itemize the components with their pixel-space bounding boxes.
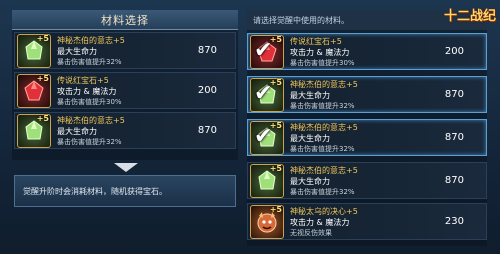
item-value: 870 [197, 45, 217, 56]
item-name: 神秘杰伯的意志+5 [290, 122, 358, 132]
checkmark-icon: ✔ [254, 80, 273, 106]
item-bonus: 暴击伤害值提升32% [57, 137, 122, 146]
item-value: 230 [444, 216, 464, 227]
item-name: 神秘杰伯的意志+5 [57, 35, 125, 45]
material-row-1[interactable]: +5 ✔ 传说红宝石+5 攻击力 & 魔法力 暴击伤害值提升30% 200 [247, 33, 487, 70]
selected-material-slot-1[interactable]: +5 神秘杰伯的意志+5 最大生命力 暴击伤害值提升32% 870 [14, 32, 236, 69]
game-logo-text: 十二战纪 [444, 8, 497, 24]
item-value: 200 [444, 46, 464, 57]
green-crystal-icon: +5 [17, 113, 51, 148]
instruction-text: 请选择觉醒中使用的材料。 [253, 15, 349, 25]
green-crystal-icon: +5 ✔ [250, 77, 284, 112]
item-bonus: 暴击伤害值提升32% [290, 101, 355, 110]
item-bonus: 暴击伤害值提升32% [57, 57, 122, 66]
enhance-level-badge: +5 [269, 204, 282, 214]
item-value: 870 [444, 89, 464, 100]
item-attribute: 攻击力 & 魔法力 [290, 217, 350, 227]
item-attribute: 最大生命力 [290, 133, 330, 143]
item-bonus: 暴击伤害值提升30% [290, 58, 355, 67]
item-name: 神秘杰伯的意志+5 [57, 115, 125, 125]
item-value: 870 [197, 125, 217, 136]
item-bonus: 暴击伤害值提升32% [290, 187, 355, 196]
demon-mask-icon: +5 [250, 204, 284, 239]
item-attribute: 最大生命力 [290, 90, 330, 100]
selected-material-slot-2[interactable]: +5 传说红宝石+5 攻击力 & 魔法力 暴击伤害值提升30% 200 [14, 72, 236, 109]
item-attribute: 最大生命力 [57, 126, 97, 136]
material-row-3[interactable]: +5 ✔ 神秘杰伯的意志+5 最大生命力 暴击伤害值提升32% 870 [247, 119, 487, 156]
checkmark-icon: ✔ [254, 37, 273, 63]
enhance-level-badge: +5 [36, 73, 49, 83]
red-ruby-icon: +5 [17, 73, 51, 108]
enhance-level-badge: +5 [36, 33, 49, 43]
item-value: 870 [444, 132, 464, 143]
item-name: 神秘太乌的决心+5 [290, 206, 358, 216]
item-value: 200 [197, 85, 217, 96]
item-name: 神秘杰伯的意志+5 [290, 165, 358, 175]
panel-header: 材料选择 [12, 10, 238, 30]
item-name: 传说红宝石+5 [57, 75, 109, 85]
material-row-4[interactable]: +5 神秘杰伯的意志+5 最大生命力 暴击伤害值提升32% 870 [247, 162, 487, 199]
item-bonus: 暴击伤害值提升32% [290, 144, 355, 153]
enhance-level-badge: +5 [36, 113, 49, 123]
enhance-level-badge: +5 [269, 163, 282, 173]
item-name: 传说红宝石+5 [290, 36, 342, 46]
checkmark-icon: ✔ [254, 123, 273, 149]
panel-title: 材料选择 [101, 13, 149, 27]
item-bonus: 无视反伤效果 [290, 228, 332, 237]
item-attribute: 攻击力 & 魔法力 [57, 86, 117, 96]
item-attribute: 攻击力 & 魔法力 [290, 47, 350, 57]
note-text: 觉醒升阶时会消耗材料，随机获得宝石。 [23, 186, 167, 196]
red-ruby-icon: +5 ✔ [250, 34, 284, 69]
chevron-down-icon [114, 163, 138, 172]
material-row-2[interactable]: +5 ✔ 神秘杰伯的意志+5 最大生命力 暴击伤害值提升32% 870 [247, 76, 487, 113]
green-crystal-icon: +5 ✔ [250, 120, 284, 155]
material-row-5[interactable]: +5 神秘太乌的决心+5 攻击力 & 魔法力 无视反伤效果 230 [247, 203, 487, 240]
selected-material-slot-3[interactable]: +5 神秘杰伯的意志+5 最大生命力 暴击伤害值提升32% 870 [14, 112, 236, 149]
green-crystal-icon: +5 [250, 163, 284, 198]
info-note: 觉醒升阶时会消耗材料，随机获得宝石。 [14, 175, 236, 207]
green-crystal-icon: +5 [17, 33, 51, 68]
item-bonus: 暴击伤害值提升30% [57, 97, 122, 106]
item-name: 神秘杰伯的意志+5 [290, 79, 358, 89]
item-attribute: 最大生命力 [290, 176, 330, 186]
item-value: 870 [444, 175, 464, 186]
game-logo: 十二战纪 [444, 2, 496, 26]
item-attribute: 最大生命力 [57, 46, 97, 56]
